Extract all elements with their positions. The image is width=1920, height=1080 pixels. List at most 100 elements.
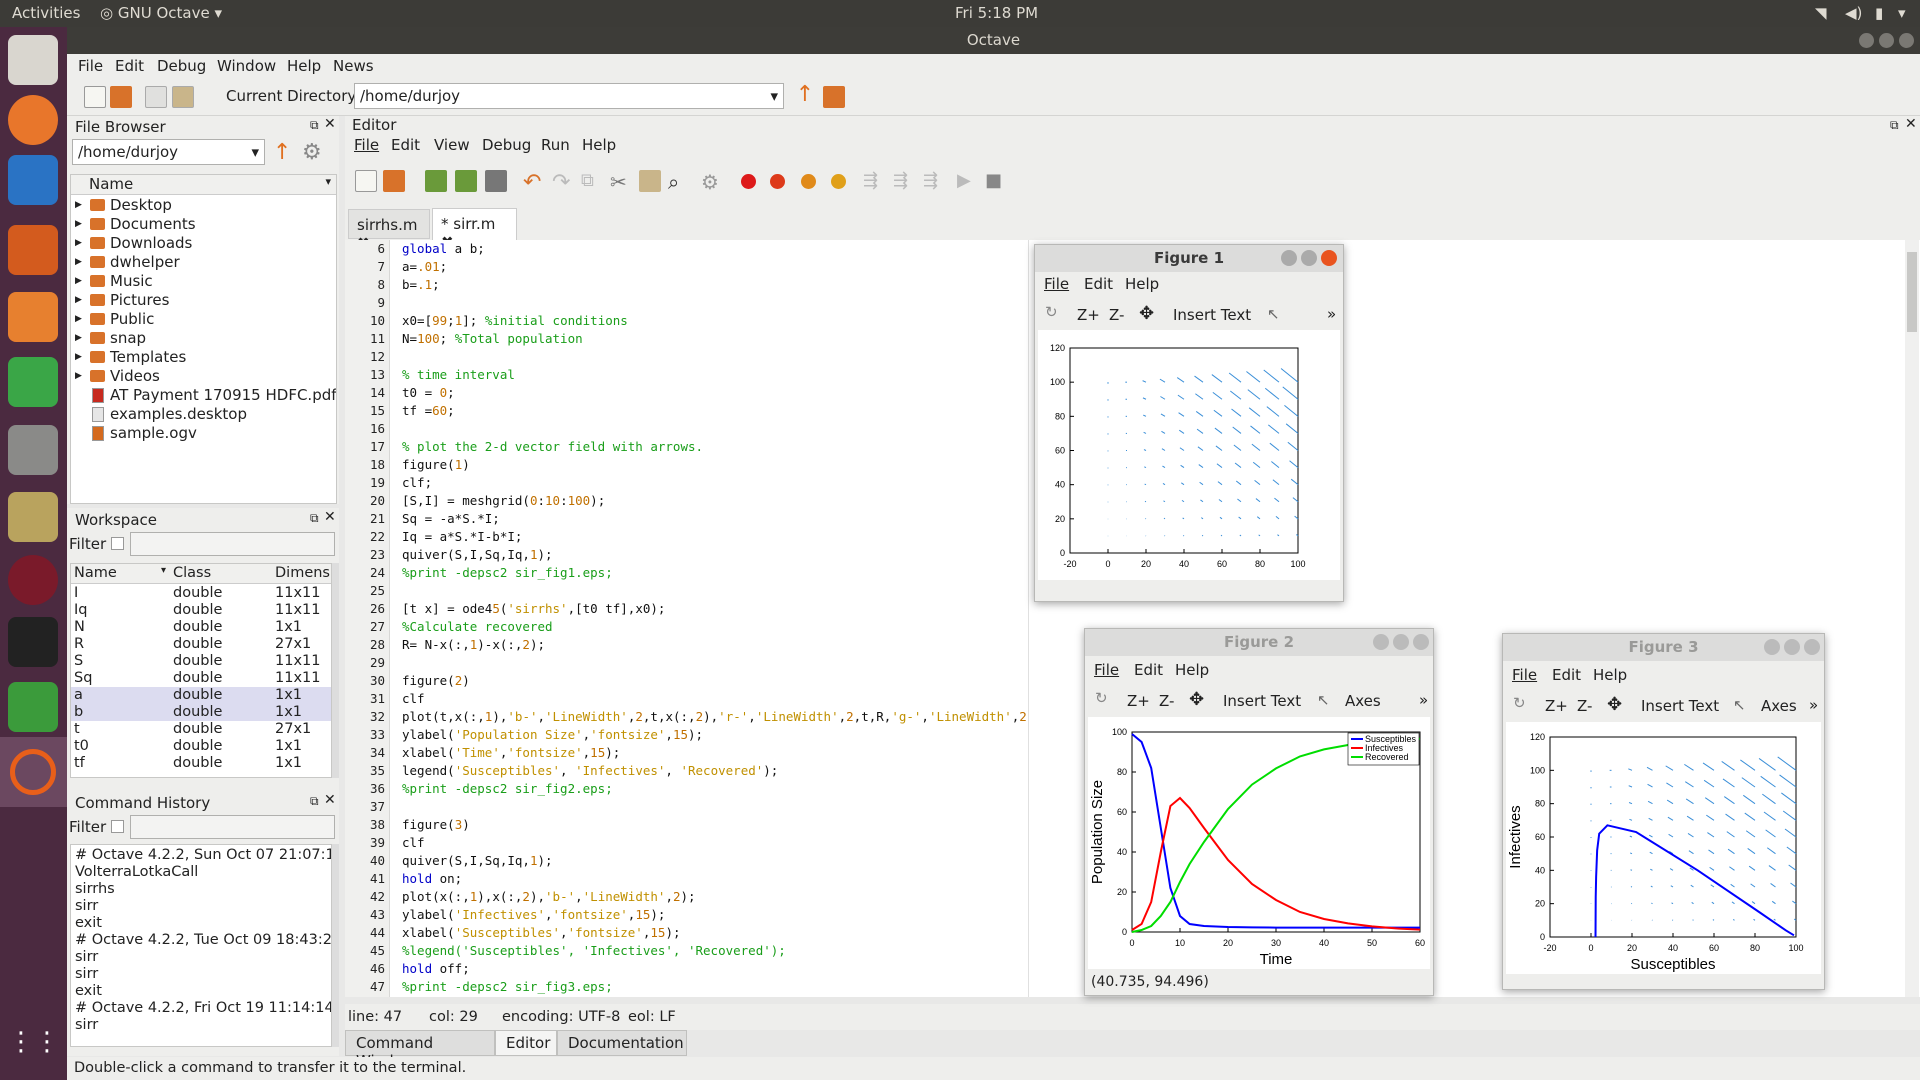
system-menu-icon[interactable]: ▾ [1898, 4, 1906, 22]
copy-icon[interactable]: ⧉ [581, 170, 603, 192]
col-dimension[interactable]: Dimens [275, 565, 330, 581]
history-item[interactable]: sirr [75, 1017, 98, 1034]
workspace-row[interactable]: Sdouble 11x11 [71, 653, 331, 670]
maximize-button[interactable] [1393, 634, 1409, 650]
folder-item[interactable]: ▶ dwhelper [71, 253, 336, 272]
workspace-row[interactable]: t double 27x1 [71, 721, 331, 738]
calc-icon[interactable] [8, 357, 58, 407]
workspace-row[interactable]: Rdouble 27x1 [71, 636, 331, 653]
workspace-row[interactable]: b double 1x1 [71, 704, 331, 721]
redo-icon[interactable]: ↷ [552, 170, 574, 195]
history-item[interactable]: # Octave 4.2.2, Tue Oct 09 18:43:26 2 [75, 932, 331, 949]
filter-checkbox[interactable] [111, 537, 124, 550]
code-line[interactable]: legend('Susceptibles', 'Infectives', 'Re… [402, 763, 778, 778]
axes-button[interactable]: Axes [1761, 697, 1797, 715]
filter-input[interactable] [130, 532, 335, 556]
code-line[interactable]: ylabel('Population Size','fontsize',15); [402, 727, 703, 742]
expand-arrow-icon[interactable]: ▶ [75, 352, 82, 362]
workspace-row[interactable]: Iq double 11x11 [71, 602, 331, 619]
history-item[interactable]: VolterraLotkaCall [75, 864, 198, 881]
cursor-icon[interactable]: ↖ [1733, 696, 1746, 714]
close-button[interactable] [1413, 634, 1429, 650]
insert-text-button[interactable]: Insert Text [1223, 692, 1301, 710]
fig-menu-edit[interactable]: Edit [1084, 275, 1113, 293]
code-line[interactable]: clf [402, 835, 425, 850]
tab-documentation[interactable]: Documentation [557, 1030, 687, 1056]
code-line[interactable]: [t x] = ode45('sirrhs',[t0 tf],x0); [402, 601, 665, 616]
minimize-button[interactable] [1859, 33, 1874, 48]
browse-folder-icon[interactable] [823, 86, 845, 108]
archive-icon[interactable] [8, 492, 58, 542]
battery-icon[interactable]: ▮ [1875, 4, 1883, 22]
code-line[interactable]: % time interval [402, 367, 515, 382]
expand-arrow-icon[interactable]: ▶ [75, 314, 82, 324]
history-item[interactable]: # Octave 4.2.2, Sun Oct 07 21:07:10 2 [75, 847, 331, 864]
filter-input[interactable] [130, 815, 335, 839]
fig-menu-edit[interactable]: Edit [1552, 666, 1581, 684]
figure-2-window[interactable]: Figure 2 File Edit Help ↻ Z+ Z- ✥ Insert… [1084, 628, 1434, 996]
folder-item[interactable]: ▶ Pictures [71, 291, 336, 310]
code-line[interactable]: xlabel('Time','fontsize',15); [402, 745, 620, 760]
menu-debug[interactable]: Debug [157, 57, 206, 75]
code-line[interactable]: hold off; [402, 961, 470, 976]
figure-3-titlebar[interactable]: Figure 3 [1503, 634, 1824, 661]
activities-button[interactable]: Activities [12, 4, 80, 22]
file-item[interactable]: sample.ogv [71, 424, 336, 443]
history-item[interactable]: sirr [75, 949, 98, 966]
code-line[interactable]: %print -depsc2 sir_fig3.eps; [402, 979, 613, 994]
history-item[interactable]: sirr [75, 966, 98, 983]
figure-3-window[interactable]: Figure 3 File Edit Help ↻ Z+ Z- ✥ Insert… [1502, 633, 1825, 990]
volume-icon[interactable]: ◀) [1845, 4, 1862, 22]
history-item[interactable]: sirr [75, 898, 98, 915]
step-icon[interactable]: ⇶ [863, 170, 885, 192]
workspace-row[interactable]: Sq double 11x11 [71, 670, 331, 687]
maximize-button[interactable] [1879, 33, 1894, 48]
continue-icon[interactable]: ▶ [957, 170, 979, 192]
code-line[interactable]: quiver(S,I,Sq,Iq,1); [402, 853, 553, 868]
pan-icon[interactable]: ✥ [1139, 303, 1154, 324]
chevron-down-icon[interactable]: ▾ [770, 87, 778, 105]
rotate-icon[interactable]: ↻ [1095, 689, 1108, 707]
show-apps-icon[interactable]: ⋮⋮ [8, 1027, 60, 1077]
history-item[interactable]: exit [75, 983, 102, 1000]
zoom-out-button[interactable]: Z- [1159, 692, 1174, 710]
maximize-button[interactable] [1301, 250, 1317, 266]
zoom-in-button[interactable]: Z+ [1545, 697, 1568, 715]
undock-icon[interactable]: ⧉ [310, 794, 319, 809]
close-icon[interactable]: ✕ [324, 509, 336, 525]
fig-menu-file[interactable]: File [1094, 661, 1119, 679]
history-scrollbar[interactable] [332, 844, 339, 1047]
code-line[interactable]: clf [402, 691, 425, 706]
file-browser-path-input[interactable]: /home/durjoy ▾ [72, 139, 265, 165]
files-app-icon[interactable] [8, 35, 58, 85]
menu-file[interactable]: File [78, 57, 103, 75]
expand-arrow-icon[interactable]: ▶ [75, 276, 82, 286]
expand-arrow-icon[interactable]: ▶ [75, 200, 82, 210]
clock[interactable]: Fri 5:18 PM [955, 4, 1038, 22]
code-line[interactable]: plot(t,x(:,1),'b-','LineWidth',2,t,x(:,2… [402, 709, 1042, 724]
code-line[interactable]: %legend('Susceptibles', 'Infectives', 'R… [402, 943, 786, 958]
figure-3-plot[interactable]: -20 0 20 40 60 80 100020406080100120Susceptibl… [1506, 722, 1821, 974]
folder-item[interactable]: ▶ Public [71, 310, 336, 329]
zoom-out-button[interactable]: Z- [1109, 306, 1124, 324]
history-item[interactable]: sirrhs [75, 881, 115, 898]
code-line[interactable]: quiver(S,I,Sq,Iq,1); [402, 547, 553, 562]
inkscape-icon[interactable] [8, 617, 58, 667]
zoom-in-button[interactable]: Z+ [1127, 692, 1150, 710]
code-line[interactable]: figure(2) [402, 673, 470, 688]
cursor-icon[interactable]: ↖ [1267, 305, 1280, 323]
folder-item[interactable]: ▶ Music [71, 272, 336, 291]
workspace-scrollbar[interactable] [332, 563, 339, 778]
parent-dir-arrow-icon[interactable]: ↑ [794, 84, 816, 107]
menu-news[interactable]: News [333, 57, 374, 75]
fig-menu-file[interactable]: File [1044, 275, 1069, 293]
step-in-icon[interactable]: ⇶ [893, 170, 915, 192]
code-line[interactable]: R= N-x(:,1)-x(:,2); [402, 637, 545, 652]
undock-icon[interactable]: ⧉ [310, 511, 319, 526]
file-item[interactable]: examples.desktop [71, 405, 336, 424]
download-icon[interactable] [8, 682, 58, 732]
minimize-button[interactable] [1373, 634, 1389, 650]
fig-menu-help[interactable]: Help [1175, 661, 1209, 679]
app-menu[interactable]: ◎ GNU Octave ▾ [100, 4, 222, 22]
folder-item[interactable]: ▶ Downloads [71, 234, 336, 253]
